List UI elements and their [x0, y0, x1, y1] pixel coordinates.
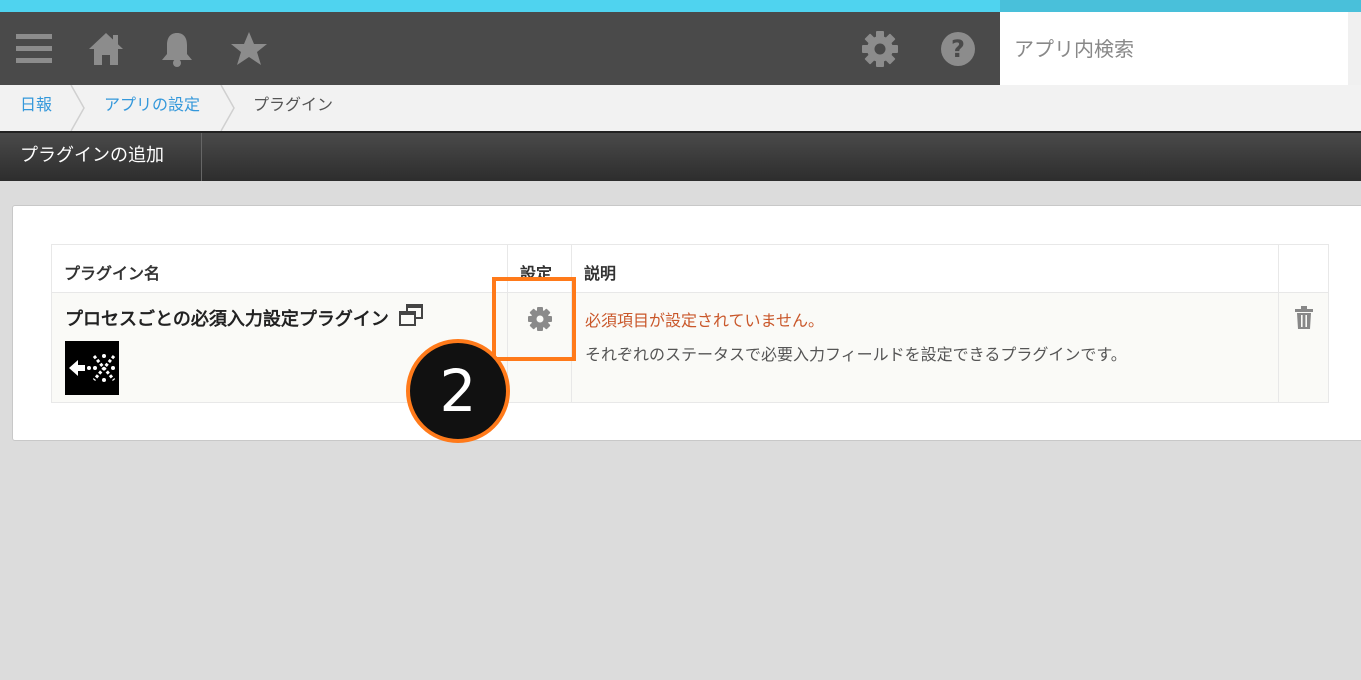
table-row: プロセスごとの必須入力設定プラグイン 必須項目が設定されていません。 それぞれの… [51, 292, 1329, 403]
settings-gear-icon[interactable] [859, 12, 901, 85]
plugin-name: プロセスごとの必須入力設定プラグイン [65, 308, 389, 330]
breadcrumb-separator-icon [70, 85, 85, 131]
svg-text:?: ? [951, 35, 965, 63]
plugin-description: それぞれのステータスで必要入力フィールドを設定できるプラグインです。 [585, 345, 1127, 364]
top-accent-stripe-right [1000, 0, 1361, 12]
global-header: ? [0, 12, 1000, 85]
plugin-logo [65, 341, 119, 395]
column-header-description: 説明 [571, 244, 1279, 293]
breadcrumb-item-daily-report[interactable]: 日報 [20, 85, 52, 131]
search-edge [1348, 12, 1361, 85]
column-header-name: プラグイン名 [51, 244, 508, 293]
star-icon[interactable] [229, 12, 269, 85]
trash-icon[interactable] [1294, 306, 1314, 334]
app-search-input[interactable] [1000, 12, 1348, 85]
column-header-actions [1278, 244, 1329, 293]
plugin-table: プラグイン名 設定 説明 プロセスごとの必須入力設定プラグイン 必須項目が設定さ… [51, 244, 1329, 403]
menu-icon[interactable] [12, 12, 56, 85]
required-fields-warning: 必須項目が設定されていません。 [585, 311, 825, 330]
top-accent-stripe [0, 0, 1000, 12]
table-header-row: プラグイン名 設定 説明 [51, 244, 1329, 293]
breadcrumb-item-plugins: プラグイン [253, 95, 334, 114]
toolbar: プラグインの追加 [0, 131, 1361, 181]
step-number-badge: 2 [406, 339, 510, 443]
plugin-description-cell: 必須項目が設定されていません。 それぞれのステータスで必要入力フィールドを設定で… [571, 292, 1279, 403]
bell-icon[interactable] [157, 12, 197, 85]
plugin-logo-icon [69, 354, 116, 382]
plugin-list-panel: プラグイン名 設定 説明 プロセスごとの必須入力設定プラグイン 必須項目が設定さ… [12, 205, 1361, 441]
plugin-delete-cell [1278, 292, 1329, 403]
help-icon[interactable]: ? [937, 12, 979, 85]
breadcrumb: 日報 アプリの設定 プラグイン [0, 85, 1361, 132]
settings-highlight-box [492, 277, 576, 361]
breadcrumb-separator-icon [220, 85, 235, 131]
breadcrumb-item-app-settings[interactable]: アプリの設定 [104, 85, 200, 131]
open-in-new-window-icon[interactable] [398, 304, 423, 331]
home-icon[interactable] [86, 12, 126, 85]
add-plugin-button[interactable]: プラグインの追加 [0, 133, 202, 181]
